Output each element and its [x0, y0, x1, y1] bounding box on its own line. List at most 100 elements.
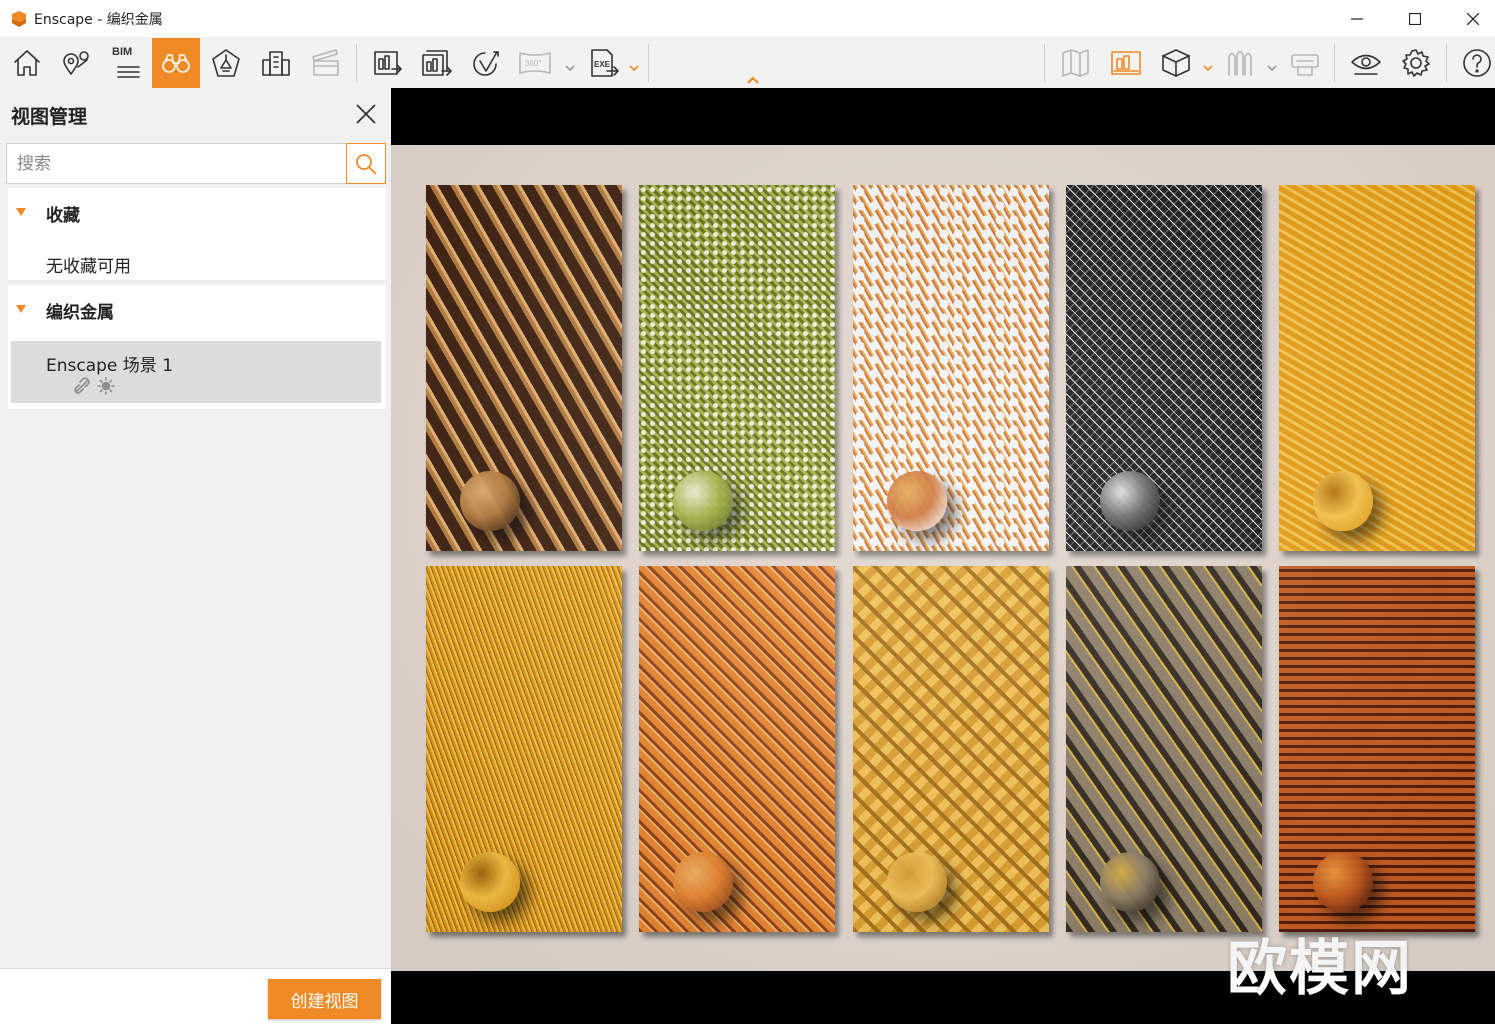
view-group-section: 编织金属 Enscape 场景 1 [8, 285, 386, 409]
favorites-label: 收藏 [46, 206, 80, 226]
chevron-up-icon [747, 76, 759, 84]
settings-button[interactable] [1392, 38, 1440, 88]
light-view-button[interactable] [202, 38, 250, 88]
view-item[interactable]: Enscape 场景 1 [11, 341, 381, 403]
minimize-icon [1351, 18, 1363, 20]
search-button[interactable] [346, 143, 386, 184]
link-icon [73, 377, 91, 395]
material-preview-sphere [460, 471, 520, 531]
material-preview-sphere [1313, 852, 1373, 912]
cube-icon [1162, 49, 1190, 77]
close-icon [356, 104, 376, 124]
scene-floor: 欧模网 [391, 145, 1495, 1004]
expand-triangle-icon [16, 305, 26, 313]
create-view-button[interactable]: 创建视图 [268, 979, 381, 1019]
help-button[interactable] [1453, 38, 1495, 88]
toolbar-separator [1446, 44, 1447, 82]
render-viewport[interactable]: 欧模网 [391, 88, 1495, 1024]
view-group-header[interactable]: 编织金属 [8, 285, 386, 331]
view-management-button[interactable] [152, 38, 200, 88]
location-button[interactable] [52, 38, 100, 88]
material-preview-sphere [460, 852, 520, 912]
toolbar-separator [648, 44, 649, 82]
view-group-label: 编织金属 [46, 303, 114, 323]
material-icon [1228, 50, 1252, 76]
collapse-toolbar-button[interactable] [746, 70, 760, 84]
map-button[interactable] [1052, 38, 1100, 88]
minimize-button[interactable] [1328, 0, 1386, 38]
export-exe-dropdown[interactable] [629, 58, 639, 72]
material-preview-sphere [887, 852, 947, 912]
export-exe-button[interactable]: EXE [580, 38, 628, 88]
export-image-button[interactable] [363, 38, 411, 88]
video-editor-button[interactable] [302, 38, 350, 88]
bim-button[interactable]: BIM [101, 38, 149, 88]
material-sample-white-honeycomb [853, 185, 1049, 551]
export-image-icon [374, 51, 402, 75]
export-360-button[interactable]: 360° [513, 38, 561, 88]
toolbar: BIM 360° EXE [0, 38, 1495, 88]
buildings-button[interactable] [252, 38, 300, 88]
asset-library-button[interactable] [1152, 38, 1200, 88]
asset-dropdown[interactable] [1203, 58, 1213, 72]
material-preview-sphere [1100, 852, 1160, 912]
toolbar-separator [1334, 44, 1335, 82]
material-sample-gold-basket [1279, 185, 1475, 551]
maximize-icon [1409, 13, 1421, 25]
toolbar-separator [1044, 44, 1045, 82]
bim-label: BIM [112, 46, 133, 58]
material-sample-copper-diagonal-weave [639, 566, 835, 932]
map-icon [1062, 49, 1089, 77]
close-panel-button[interactable] [352, 100, 380, 128]
material-preview-sphere [887, 471, 947, 531]
material-sample-bronze-wide-weave [1066, 566, 1262, 932]
visual-settings-button[interactable] [1342, 38, 1390, 88]
light-icon [212, 49, 240, 77]
search-icon [356, 153, 377, 175]
toolbar-separator [356, 44, 357, 82]
collaboration-button[interactable] [1281, 38, 1329, 88]
favorites-header[interactable]: 收藏 [8, 188, 386, 234]
exe-export-icon: EXE [591, 49, 619, 77]
material-sample-black-silver-mesh [1066, 185, 1262, 551]
material-dropdown[interactable] [1267, 58, 1277, 72]
chevron-down-icon [629, 65, 639, 72]
material-preview-sphere [1100, 471, 1160, 531]
batch-export-icon [422, 50, 452, 76]
chevron-down-icon [1203, 65, 1213, 72]
map-pin-icon [63, 51, 89, 75]
home-button[interactable] [3, 38, 51, 88]
sketch-button[interactable] [1102, 38, 1150, 88]
batch-export-button[interactable] [413, 38, 461, 88]
collaboration-icon [1291, 54, 1319, 76]
material-sample-olive-green-mesh [639, 185, 835, 551]
clapperboard-icon [312, 49, 339, 76]
chevron-down-icon [1267, 65, 1277, 72]
search-input[interactable] [7, 144, 347, 183]
help-icon [1463, 49, 1491, 77]
close-window-button[interactable] [1444, 0, 1495, 38]
material-preview-sphere [673, 471, 733, 531]
close-icon [1467, 13, 1479, 25]
material-sample-gold-star-weave [853, 566, 1049, 932]
title-bar: Enscape - 编织金属 [0, 0, 1495, 38]
binoculars-icon [162, 54, 190, 73]
view-item-name: Enscape 场景 1 [46, 356, 174, 376]
home-icon [14, 50, 40, 76]
material-sample-gold-fine-weave [426, 566, 622, 932]
window-title: Enscape - 编织金属 [34, 11, 163, 28]
favorites-section: 收藏 无收藏可用 [8, 188, 386, 280]
material-sample-rust-brick-weave [1279, 566, 1475, 932]
export-360-dropdown[interactable] [565, 58, 575, 72]
watermark-logo: 欧模网 [1227, 934, 1413, 1004]
sun-icon [97, 377, 115, 395]
material-sample-dark-brown-twill [426, 185, 622, 551]
material-button[interactable] [1217, 38, 1265, 88]
favorites-empty-text: 无收藏可用 [46, 257, 131, 277]
eye-icon [1351, 54, 1381, 75]
export-video-button[interactable] [463, 38, 511, 88]
enscape-logo-icon [12, 10, 26, 27]
maximize-button[interactable] [1386, 0, 1444, 38]
panel-title: 视图管理 [11, 106, 88, 128]
gear-icon [1402, 49, 1430, 77]
